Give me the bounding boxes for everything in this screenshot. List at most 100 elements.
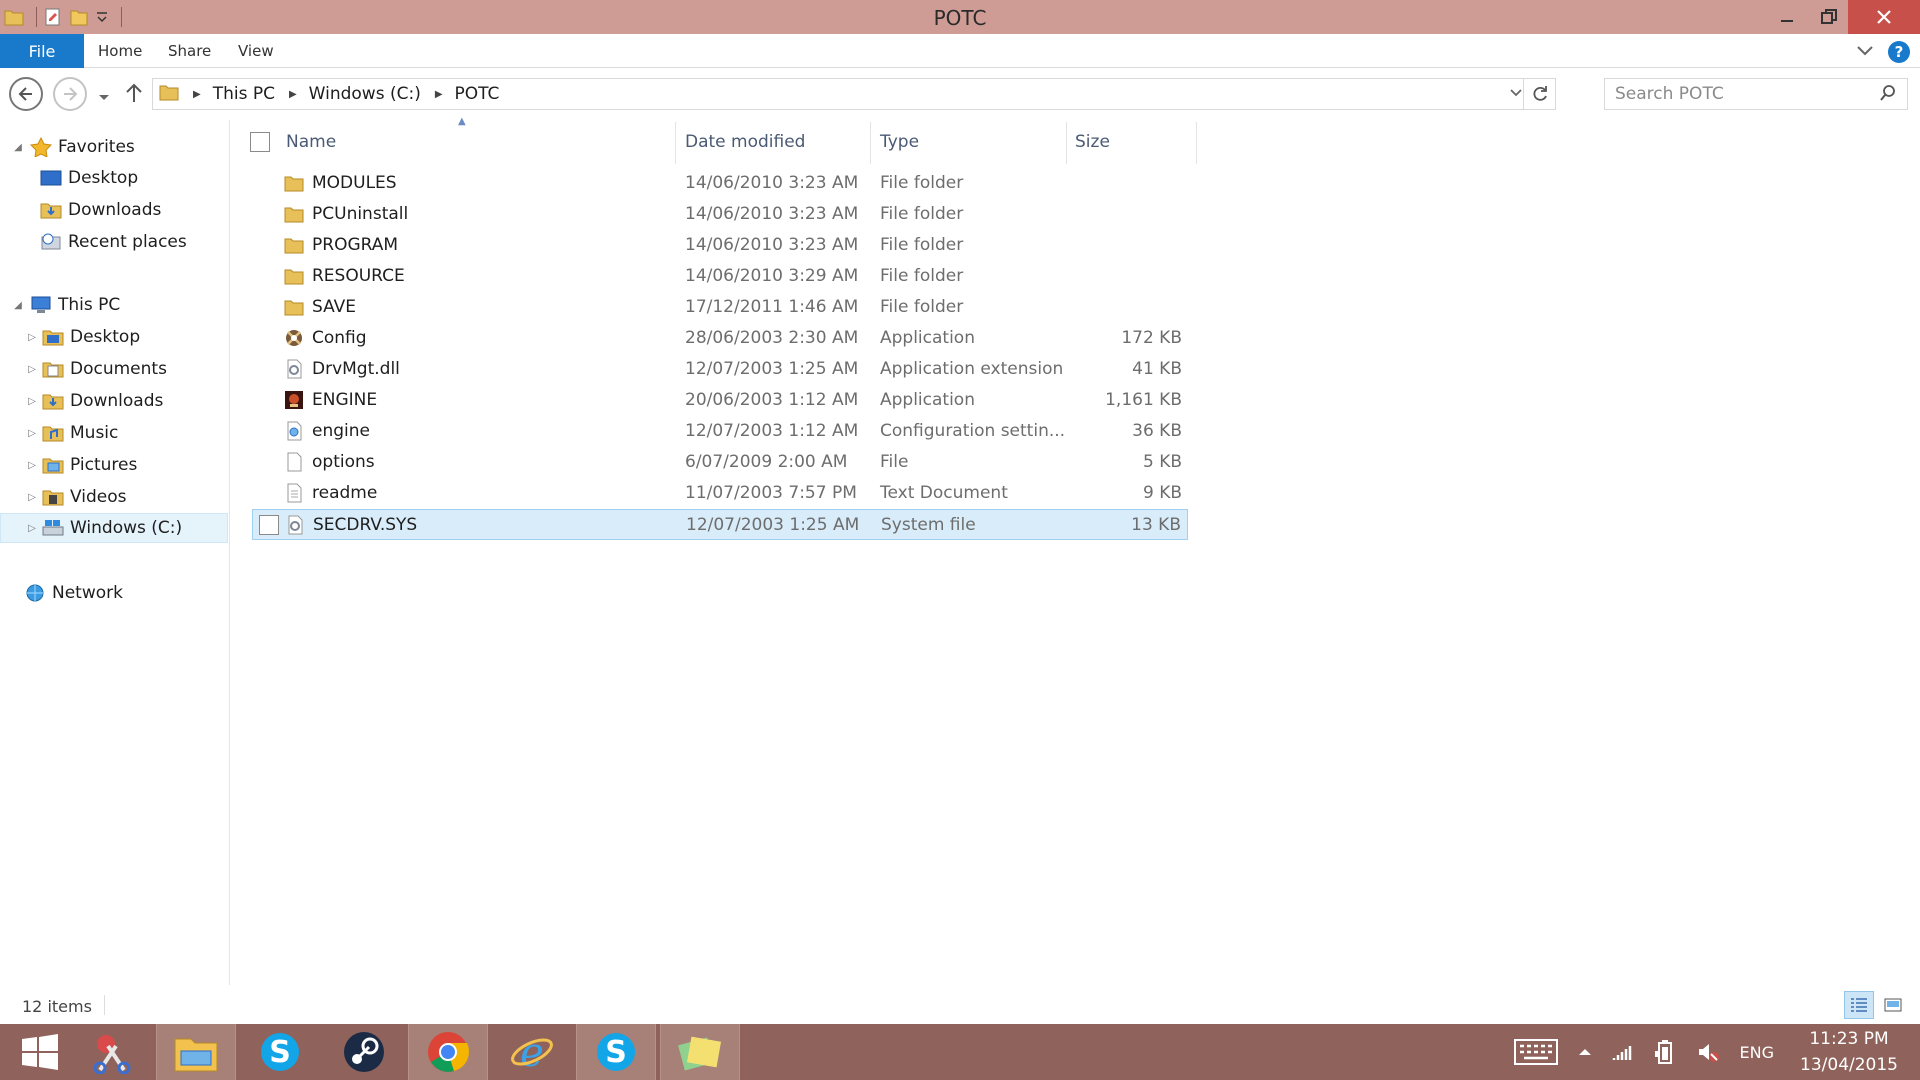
tab-home[interactable]: Home xyxy=(98,42,142,60)
nav-fav-desktop[interactable]: Desktop xyxy=(0,163,228,193)
file-date-modified: 28/06/2003 2:30 AM xyxy=(685,328,859,348)
refresh-button[interactable] xyxy=(1523,79,1555,109)
table-row[interactable]: ENGINE 20/06/2003 1:12 AM Application 1,161… xyxy=(252,385,1188,416)
taskbar-file-explorer[interactable] xyxy=(156,1024,236,1080)
taskbar-internet-explorer[interactable]: e xyxy=(492,1024,572,1080)
row-checkbox[interactable] xyxy=(259,515,279,535)
navigation-bar: ▶ This PC ▶ Windows (C:) ▶ POTC xyxy=(0,68,1920,120)
taskbar-skype[interactable]: S xyxy=(240,1024,320,1080)
address-bar[interactable]: ▶ This PC ▶ Windows (C:) ▶ POTC xyxy=(152,78,1556,110)
nav-pc-documents[interactable]: ▷ Documents xyxy=(0,354,228,384)
expand-arrow-icon[interactable]: ▷ xyxy=(26,460,38,471)
taskbar-chrome[interactable] xyxy=(408,1024,488,1080)
tab-share[interactable]: Share xyxy=(168,42,211,60)
nav-network[interactable]: Network xyxy=(0,578,228,608)
column-date-modified[interactable]: Date modified xyxy=(685,132,805,152)
back-button[interactable] xyxy=(9,77,43,111)
expand-arrow-icon[interactable]: ▷ xyxy=(26,428,38,439)
ribbon: File Home Share View ? xyxy=(0,34,1920,68)
network-signal-icon[interactable] xyxy=(1612,1042,1634,1062)
breadcrumb-separator-icon[interactable]: ▶ xyxy=(193,89,201,100)
sort-ascending-icon: ▲ xyxy=(458,116,466,127)
recent-locations-button[interactable] xyxy=(98,88,110,107)
table-row[interactable]: SAVE 17/12/2011 1:46 AM File folder xyxy=(252,292,1188,323)
taskbar-sticky-notes[interactable] xyxy=(660,1024,740,1080)
up-button[interactable] xyxy=(124,82,144,108)
nav-pc-music[interactable]: ▷ Music xyxy=(0,418,228,448)
search-icon[interactable] xyxy=(1879,84,1897,106)
column-divider[interactable] xyxy=(1196,122,1197,164)
taskbar-steam[interactable] xyxy=(324,1024,404,1080)
breadcrumb-separator-icon[interactable]: ▶ xyxy=(435,89,443,100)
large-icons-view-button[interactable] xyxy=(1878,991,1908,1019)
status-bar: 12 items xyxy=(0,985,1920,1024)
table-row[interactable]: RESOURCE 14/06/2010 3:29 AM File folder xyxy=(252,261,1188,292)
forward-button[interactable] xyxy=(53,77,87,111)
restore-button[interactable] xyxy=(1806,0,1852,34)
table-row[interactable]: options 6/07/2009 2:00 AM File 5 KB xyxy=(252,447,1188,478)
address-dropdown-icon[interactable] xyxy=(1509,83,1523,107)
select-all-checkbox[interactable] xyxy=(250,132,270,152)
expand-ribbon-icon[interactable] xyxy=(1856,43,1874,62)
table-row[interactable]: readme 11/07/2003 7:57 PM Text Document 9 K… xyxy=(252,478,1188,509)
taskbar-snipping-tool[interactable] xyxy=(72,1024,152,1080)
table-row[interactable]: PROGRAM 14/06/2010 3:23 AM File folder xyxy=(252,230,1188,261)
clock[interactable]: 11:23 PM 13/04/2015 xyxy=(1800,1026,1898,1078)
file-tab[interactable]: File xyxy=(0,34,84,68)
table-row[interactable]: Config 28/06/2003 2:30 AM Application 172 K… xyxy=(252,323,1188,354)
nav-pc-videos[interactable]: ▷ Videos xyxy=(0,482,228,512)
touch-keyboard-icon[interactable] xyxy=(1513,1039,1558,1065)
file-name: PROGRAM xyxy=(312,235,399,255)
table-row[interactable]: engine 12/07/2003 1:12 AM Configuration se… xyxy=(252,416,1188,447)
column-name[interactable]: Name xyxy=(286,132,336,152)
nav-pc-downloads[interactable]: ▷ Downloads xyxy=(0,386,228,416)
close-button[interactable] xyxy=(1848,0,1920,34)
table-row[interactable]: PCUninstall 14/06/2010 3:23 AM File folder xyxy=(252,199,1188,230)
start-button[interactable] xyxy=(0,1024,80,1080)
taskbar-skype-window[interactable]: S xyxy=(576,1024,656,1080)
expand-arrow-icon[interactable]: ▷ xyxy=(26,492,38,503)
nav-favorites[interactable]: ◢ Favorites xyxy=(0,132,228,162)
column-divider[interactable] xyxy=(1066,122,1067,164)
show-hidden-icons-icon[interactable] xyxy=(1578,1047,1592,1057)
expand-arrow-icon[interactable]: ▷ xyxy=(26,523,38,534)
tab-view[interactable]: View xyxy=(238,42,274,60)
breadcrumb-potc[interactable]: POTC xyxy=(455,84,500,104)
column-divider[interactable] xyxy=(675,122,676,164)
minimize-button[interactable] xyxy=(1764,0,1810,34)
expand-arrow-icon[interactable]: ▷ xyxy=(26,396,38,407)
table-row[interactable]: DrvMgt.dll 12/07/2003 1:25 AM Application … xyxy=(252,354,1188,385)
volume-muted-icon[interactable] xyxy=(1696,1040,1720,1064)
nav-pc-desktop[interactable]: ▷ Desktop xyxy=(0,322,228,352)
expand-arrow-icon[interactable]: ▷ xyxy=(26,332,38,343)
column-size[interactable]: Size xyxy=(1075,132,1110,152)
breadcrumb-this-pc[interactable]: This PC xyxy=(213,84,275,104)
collapse-arrow-icon[interactable]: ◢ xyxy=(12,142,24,153)
column-divider[interactable] xyxy=(870,122,871,164)
nav-pc-windows-c[interactable]: ▷ Windows (C:) xyxy=(0,513,228,543)
nav-this-pc[interactable]: ◢ This PC xyxy=(0,290,228,320)
battery-icon[interactable] xyxy=(1654,1039,1676,1065)
nav-fav-downloads[interactable]: Downloads xyxy=(0,195,228,225)
help-button[interactable]: ? xyxy=(1888,41,1910,63)
file-type: Application xyxy=(880,390,975,410)
table-row[interactable]: MODULES 14/06/2010 3:23 AM File folder xyxy=(252,168,1188,199)
details-view-button[interactable] xyxy=(1844,991,1874,1019)
collapse-arrow-icon[interactable]: ◢ xyxy=(12,300,24,311)
search-input[interactable] xyxy=(1615,84,1865,104)
breadcrumb-windows-c[interactable]: Windows (C:) xyxy=(309,84,421,104)
nav-fav-recent-places[interactable]: Recent places xyxy=(0,227,228,257)
search-box[interactable] xyxy=(1604,78,1908,110)
breadcrumb-separator-icon[interactable]: ▶ xyxy=(289,89,297,100)
file-name: DrvMgt.dll xyxy=(312,359,400,379)
restore-icon xyxy=(1821,9,1837,24)
input-language[interactable]: ENG xyxy=(1740,1043,1774,1062)
nav-pc-pictures[interactable]: ▷ Pictures xyxy=(0,450,228,480)
table-row[interactable]: SECDRV.SYS 12/07/2003 1:25 AM System file 1… xyxy=(252,509,1188,540)
column-type[interactable]: Type xyxy=(880,132,919,152)
nav-network-label: Network xyxy=(52,583,123,603)
expand-arrow-icon[interactable]: ▷ xyxy=(26,364,38,375)
file-date-modified: 12/07/2003 1:25 AM xyxy=(686,515,860,535)
folder-icon xyxy=(284,266,304,286)
file-type: Text Document xyxy=(880,483,1008,503)
